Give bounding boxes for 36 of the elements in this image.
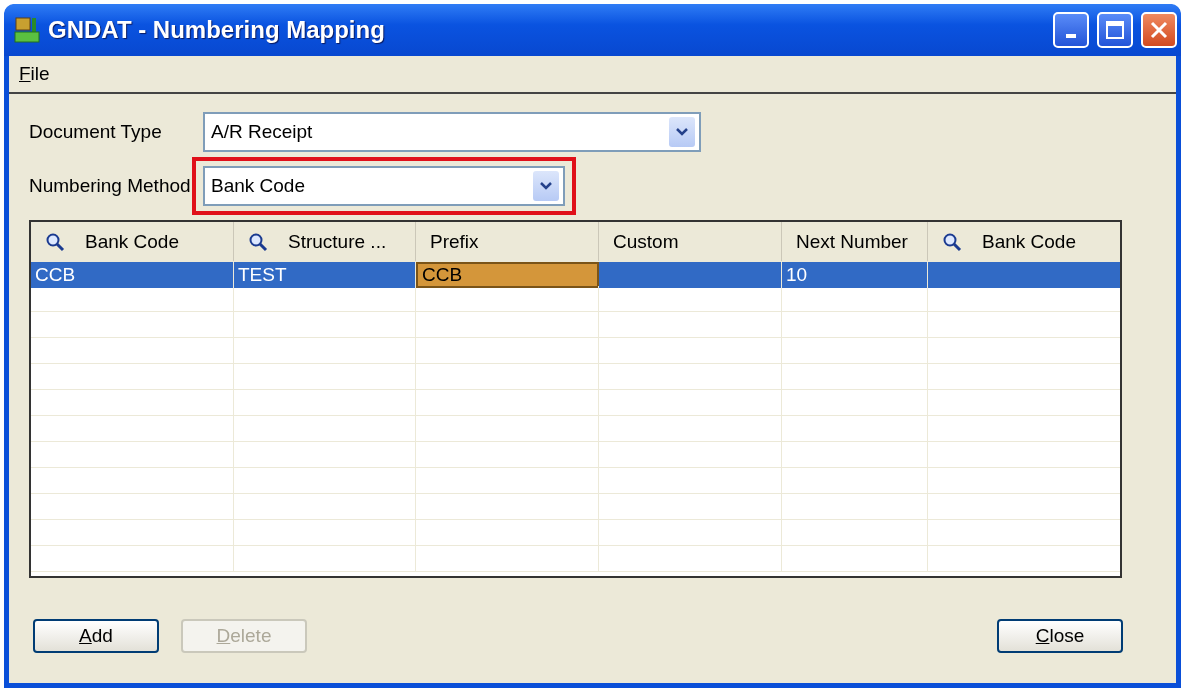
column-label: Prefix	[430, 230, 479, 253]
table-cell: TEST	[234, 262, 416, 288]
dropdown-field[interactable]: A/R Receipt	[203, 112, 701, 152]
minimize-button[interactable]	[1053, 12, 1089, 48]
column-label: Bank Code	[85, 230, 179, 253]
table-cell: CCB	[31, 262, 234, 288]
dropdown-field[interactable]: Bank Code	[203, 166, 565, 206]
chevron-down-icon	[533, 171, 559, 201]
column-label: Custom	[613, 230, 679, 253]
column-header[interactable]: Structure ...	[234, 222, 416, 261]
field-label: Document Type	[29, 121, 163, 143]
table-cell: CCB	[416, 262, 599, 288]
search-icon	[45, 231, 65, 252]
maximize-button[interactable]	[1097, 12, 1133, 48]
search-icon	[942, 231, 962, 252]
search-icon	[248, 231, 268, 252]
field-label: Numbering Method	[29, 175, 192, 197]
column-header[interactable]: Custom	[599, 222, 782, 261]
dialog-button[interactable]: Close	[997, 619, 1123, 653]
chevron-down-icon	[669, 117, 695, 147]
column-label: Structure ...	[288, 230, 387, 253]
column-header[interactable]: Next Number	[782, 222, 928, 261]
minimize-icon	[1066, 34, 1076, 38]
table-cell: 10	[782, 262, 928, 288]
window-title: GNDAT - Numbering Mapping	[48, 16, 386, 44]
close-button[interactable]	[1141, 12, 1177, 48]
column-label: Next Number	[796, 230, 908, 253]
menu-item[interactable]: File	[19, 63, 50, 85]
app-icon	[14, 16, 40, 44]
maximize-icon	[1105, 20, 1125, 40]
close-icon	[1149, 20, 1169, 40]
column-header[interactable]: Bank Code	[31, 222, 234, 261]
dialog-button[interactable]: Add	[33, 619, 159, 653]
column-header[interactable]: Prefix	[416, 222, 599, 261]
column-label: Bank Code	[982, 230, 1076, 253]
column-header[interactable]: Bank Code	[928, 222, 1120, 261]
